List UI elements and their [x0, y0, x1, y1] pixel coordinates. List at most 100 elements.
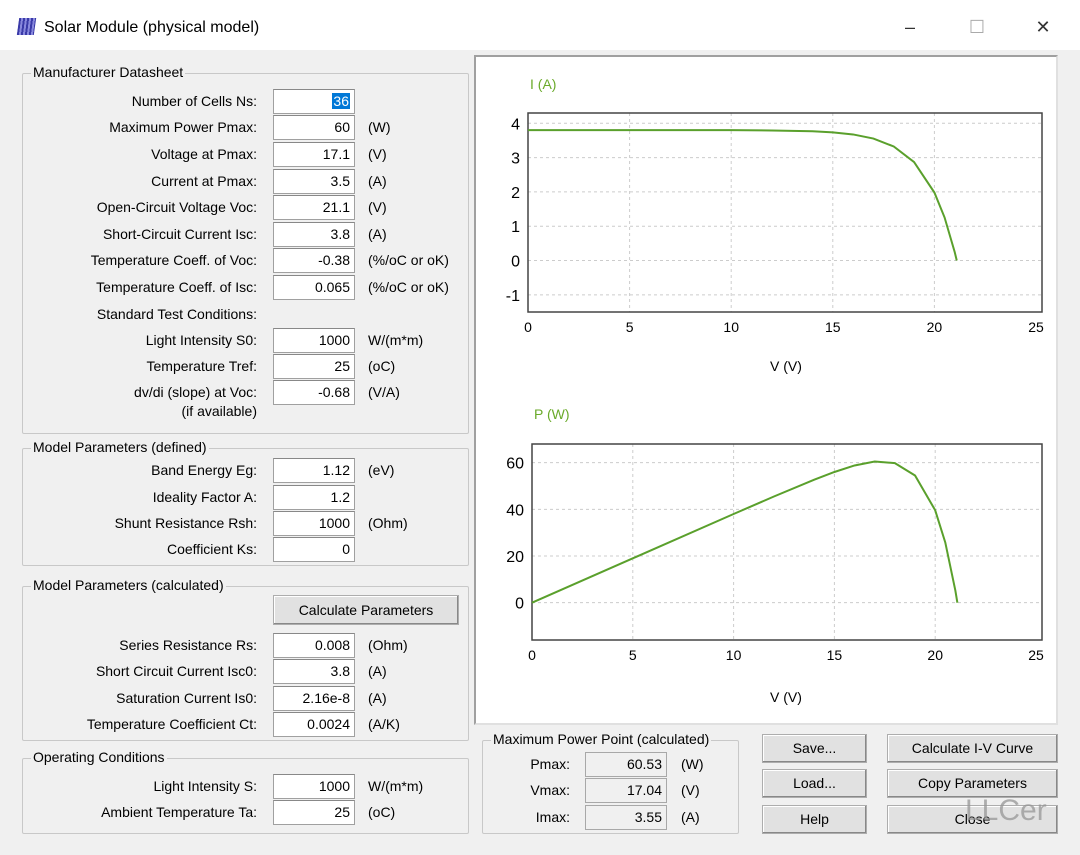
calculated-value: 0.0024 — [307, 716, 350, 732]
minimize-button[interactable]: – — [895, 12, 925, 42]
datasheet-field[interactable]: 17.1 — [273, 142, 355, 167]
x-axis-title: V (V) — [770, 689, 802, 705]
calculated-unit: (Ohm) — [368, 637, 408, 653]
datasheet-value: 25 — [334, 358, 350, 374]
slope-note: (if available) — [181, 403, 257, 419]
x-tick-label: 5 — [629, 647, 637, 663]
y-tick-label: 4 — [511, 116, 520, 133]
mpp-field: 3.55 — [585, 805, 667, 830]
datasheet-field[interactable]: 25 — [273, 354, 355, 379]
defined-value: 0 — [342, 541, 350, 557]
mpp-label: Imax: — [535, 809, 570, 825]
mpp-label: Vmax: — [530, 782, 570, 798]
defined-value: 1.12 — [322, 462, 350, 478]
datasheet-label: Current at Pmax: — [151, 173, 257, 189]
plot-frame — [531, 443, 1043, 641]
curve-power — [531, 460, 959, 604]
datasheet-label: Number of Cells Ns: — [131, 93, 257, 109]
x-tick-label: 15 — [827, 647, 843, 663]
y-tick-label: 40 — [506, 502, 524, 519]
calculated-unit: (A/K) — [368, 716, 400, 732]
datasheet-field[interactable]: 36 — [273, 89, 355, 114]
maximize-button[interactable]: ☐ — [962, 12, 992, 42]
save-button[interactable]: Save... — [762, 734, 867, 763]
group-title: Model Parameters (defined) — [31, 439, 209, 455]
datasheet-label: Short-Circuit Current Isc: — [102, 226, 257, 242]
datasheet-field[interactable]: 21.1 — [273, 195, 355, 220]
x-tick-label: 15 — [825, 319, 841, 335]
group-title: Operating Conditions — [31, 749, 167, 765]
datasheet-field[interactable]: 1000 — [273, 328, 355, 353]
group-title: Model Parameters (calculated) — [31, 577, 226, 593]
load-button[interactable]: Load... — [762, 769, 867, 798]
calculated-label: Saturation Current Is0: — [116, 690, 257, 706]
defined-label: Ideality Factor A: — [152, 489, 257, 505]
help-button[interactable]: Help — [762, 805, 867, 834]
y-tick-label: 3 — [511, 151, 520, 168]
mpp-unit: (V) — [681, 782, 700, 798]
datasheet-label: Temperature Coeff. of Isc: — [96, 279, 257, 295]
datasheet-unit: (V/A) — [368, 384, 400, 400]
defined-label: Shunt Resistance Rsh: — [114, 515, 257, 531]
x-tick-label: 25 — [1028, 647, 1044, 663]
mpp-value: 60.53 — [626, 756, 662, 772]
y-tick-label: 1 — [511, 219, 520, 236]
datasheet-field[interactable]: 3.5 — [273, 169, 355, 194]
watermark: LLCer — [965, 794, 1047, 827]
charts: 0 5 10 15 20 25-101234I (A)V (V)0 5 10 15 20 25020… — [506, 76, 1044, 705]
calculate-iv-curve-button[interactable]: Calculate I-V Curve — [887, 734, 1058, 763]
defined-field[interactable]: 1000 — [273, 511, 355, 536]
datasheet-label: Open-Circuit Voltage Voc: — [96, 199, 257, 215]
datasheet-field[interactable]: -0.68 — [273, 380, 355, 405]
defined-label: Band Energy Eg: — [151, 462, 257, 478]
datasheet-value: -0.38 — [318, 252, 350, 268]
datasheet-value: 3.5 — [330, 173, 350, 189]
x-tick-label: 20 — [927, 319, 943, 335]
datasheet-value: 36 — [332, 93, 350, 109]
calculated-field[interactable]: 2.16e-8 — [273, 686, 355, 711]
datasheet-field[interactable]: 3.8 — [273, 222, 355, 247]
datasheet-value: -0.68 — [318, 384, 350, 400]
y-tick-label: 0 — [515, 596, 524, 613]
calculate-parameters-button[interactable]: Calculate Parameters — [273, 595, 459, 625]
datasheet-unit: (oC) — [368, 358, 396, 374]
mpp-value: 3.55 — [634, 809, 662, 825]
group-title: Manufacturer Datasheet — [31, 64, 186, 80]
datasheet-unit: (V) — [368, 199, 387, 215]
x-tick-label: 20 — [927, 647, 943, 663]
x-axis-title: V (V) — [770, 358, 802, 374]
datasheet-unit: (A) — [368, 173, 387, 189]
datasheet-unit: W/(m*m) — [368, 332, 424, 348]
chart-panel: 0 5 10 15 20 25 -1 0 1 2 3 4 I (A) V (V) 0 5 10 15 20 25 0 20… — [474, 55, 1058, 725]
datasheet-unit: (%/oC or oK) — [368, 252, 449, 268]
calculated-label: Short Circuit Current Isc0: — [95, 663, 257, 679]
datasheet-label: Temperature Tref: — [146, 358, 258, 374]
calculated-field[interactable]: 0.0024 — [273, 712, 355, 737]
defined-field[interactable]: 1.2 — [273, 485, 355, 510]
x-tick-label: 10 — [726, 647, 742, 663]
mpp-value: 17.04 — [626, 782, 662, 798]
mpp-unit: (W) — [681, 756, 704, 772]
mpp-field: 17.04 — [585, 778, 667, 803]
calculated-field[interactable]: 0.008 — [273, 633, 355, 658]
datasheet-value: 1000 — [318, 332, 350, 348]
x-tick-label: 10 — [723, 319, 739, 335]
window-title: Solar Module (physical model) — [44, 19, 260, 36]
calculated-label: Series Resistance Rs: — [119, 637, 257, 653]
datasheet-label: Voltage at Pmax: — [151, 146, 257, 162]
datasheet-field[interactable]: -0.38 — [273, 248, 355, 273]
defined-field[interactable]: 0 — [273, 537, 355, 562]
datasheet-value: 21.1 — [322, 199, 350, 215]
curve-current — [528, 129, 958, 261]
datasheet-value: 0.065 — [314, 279, 350, 295]
calculated-label: Temperature Coefficient Ct: — [86, 716, 257, 732]
plot-frame — [527, 112, 1043, 313]
x-tick-label: 5 — [626, 319, 634, 335]
close-window-button[interactable]: ✕ — [1028, 12, 1058, 42]
datasheet-field[interactable]: 0.065 — [273, 275, 355, 300]
datasheet-field[interactable]: 60 — [273, 115, 355, 140]
y-tick-label: 0 — [511, 254, 520, 271]
defined-field[interactable]: 1.12 — [273, 458, 355, 483]
calculated-field[interactable]: 3.8 — [273, 659, 355, 684]
mpp-field: 60.53 — [585, 752, 667, 777]
